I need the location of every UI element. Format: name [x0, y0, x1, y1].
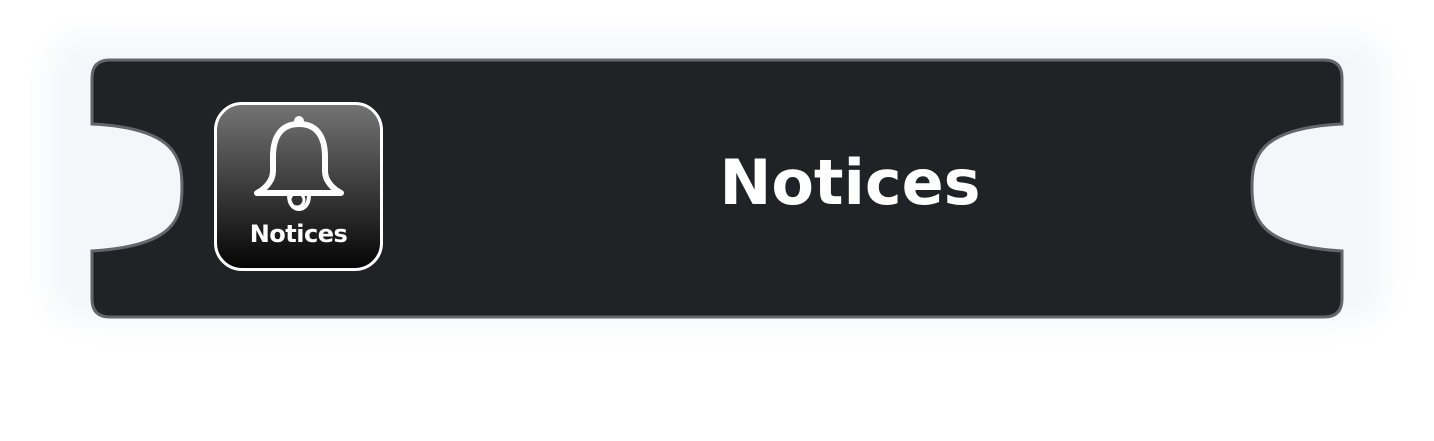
page: Notices Notices	[0, 0, 1434, 441]
notices-app-icon[interactable]: Notices	[214, 102, 383, 271]
app-icon-label: Notices	[249, 220, 348, 248]
card-title: Notices	[719, 146, 981, 219]
notices-card[interactable]: Notices Notices	[90, 58, 1344, 319]
bell-icon	[254, 116, 344, 212]
